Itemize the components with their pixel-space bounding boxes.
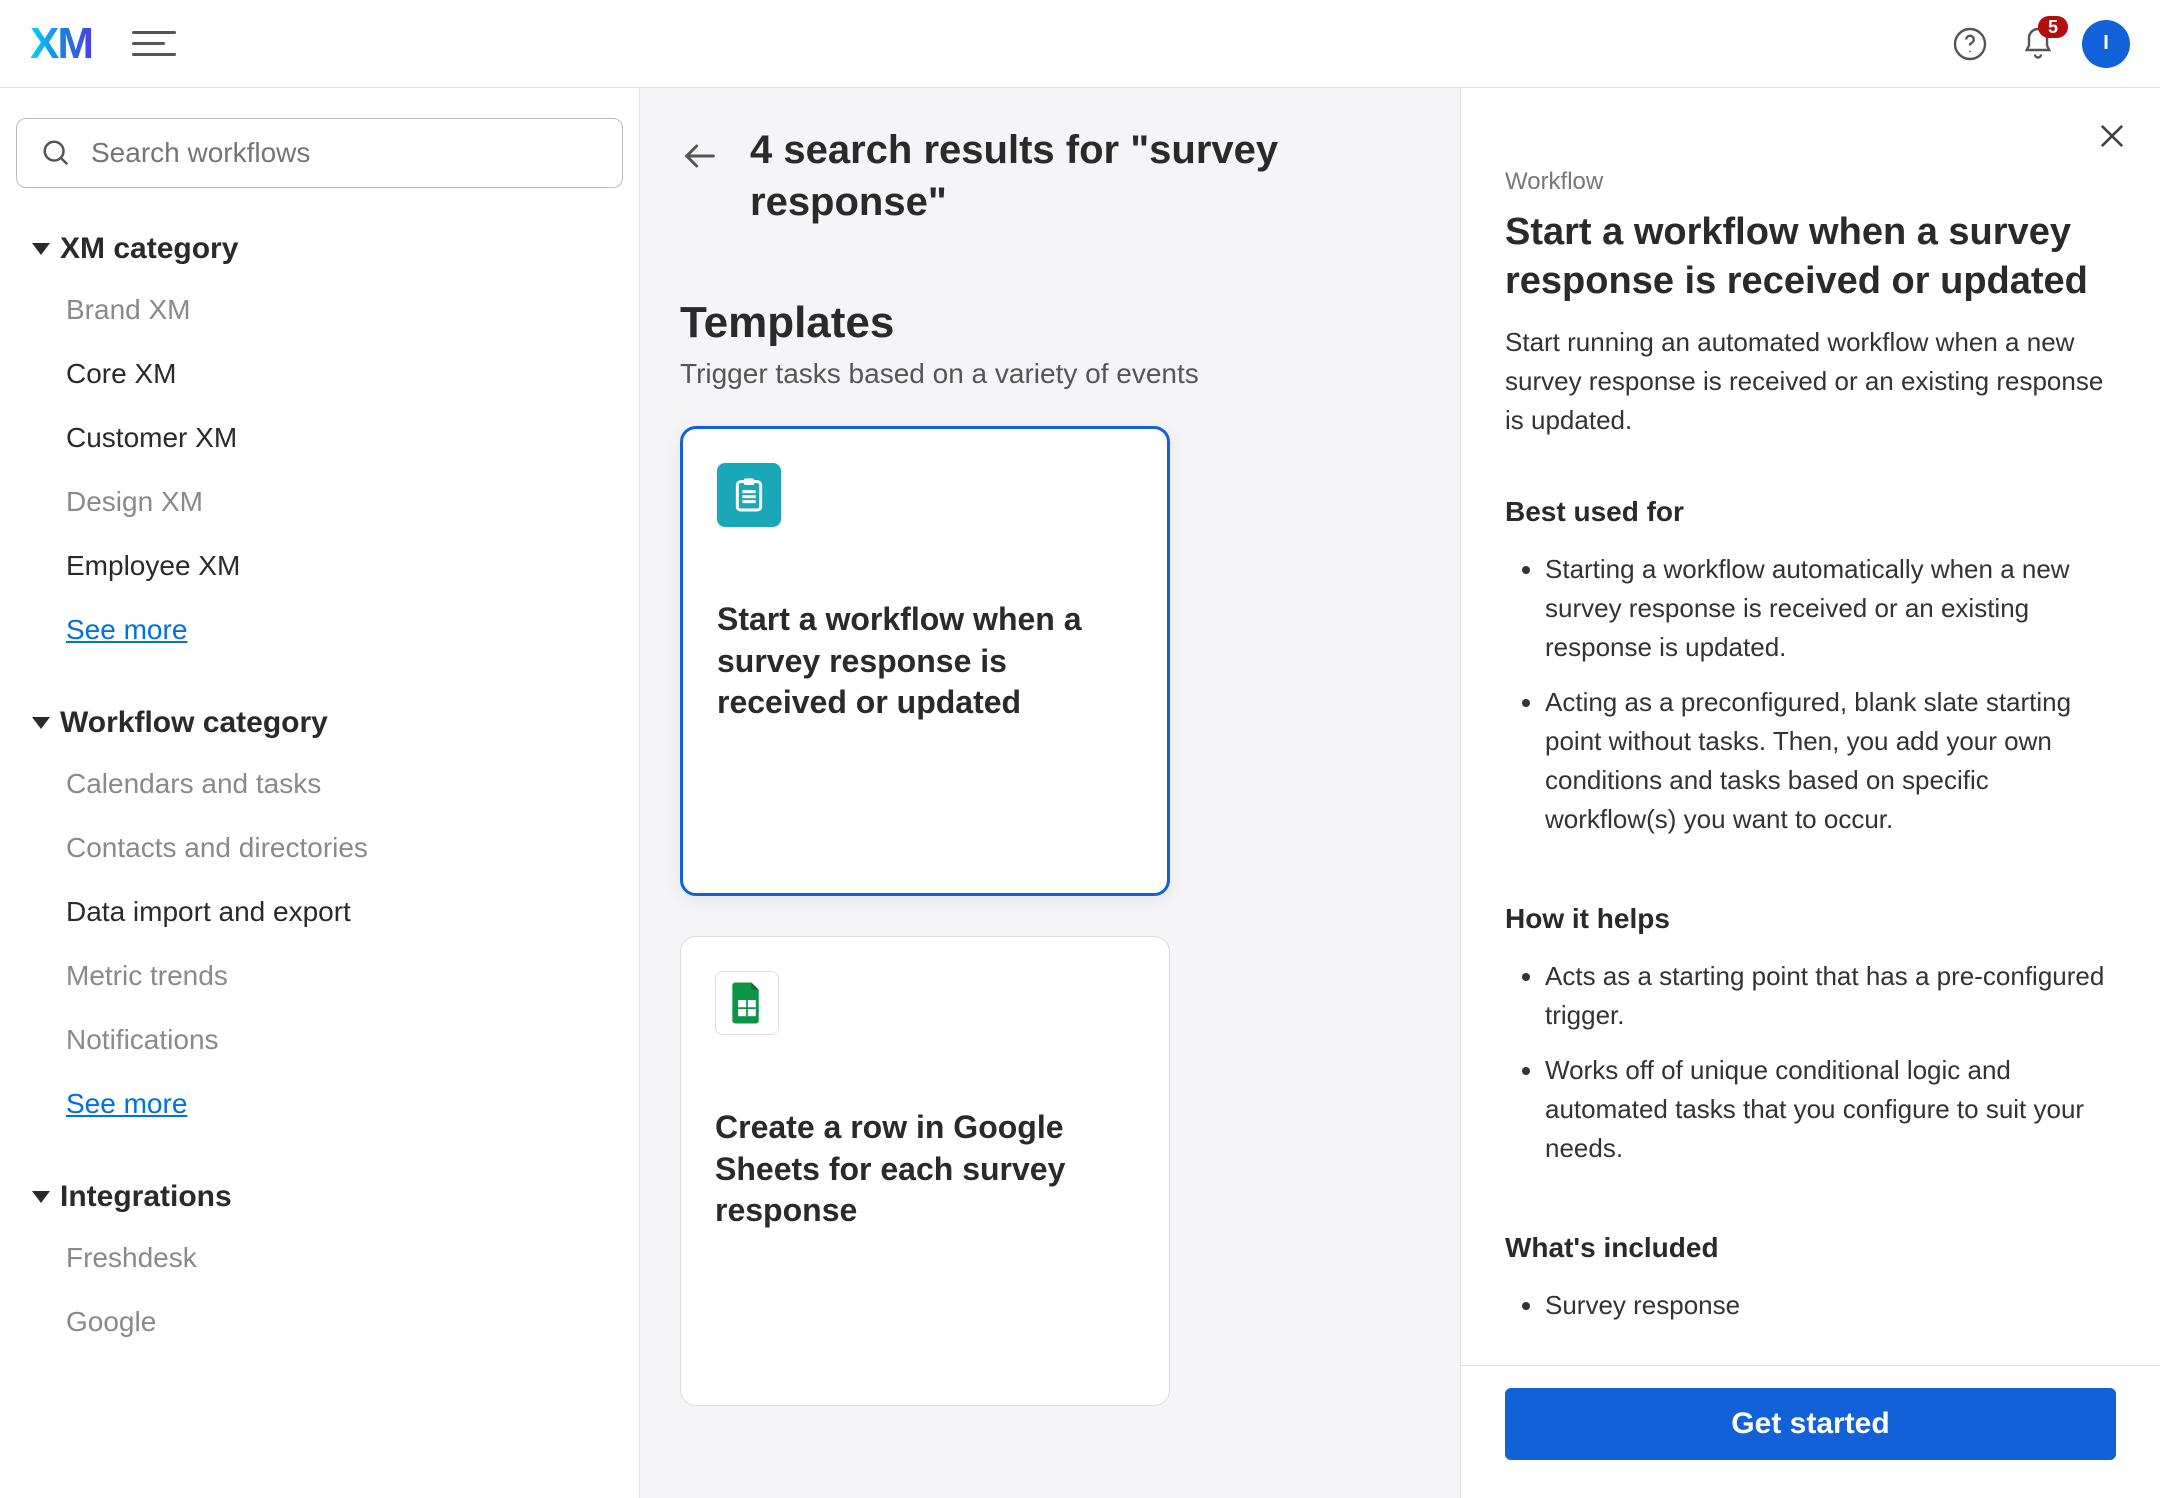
list-item: Works off of unique conditional logic an…	[1545, 1043, 2116, 1176]
filter-section-integrations[interactable]: Integrations	[32, 1180, 607, 1214]
filter-section-label: Integrations	[60, 1180, 232, 1214]
caret-down-icon	[32, 243, 50, 255]
filter-item[interactable]: Design XM	[66, 470, 607, 534]
filter-item[interactable]: Calendars and tasks	[66, 752, 607, 816]
template-card-title: Start a workflow when a survey response …	[717, 599, 1133, 724]
results-heading: 4 search results for "survey response"	[750, 124, 1420, 228]
see-more-link[interactable]: See more	[66, 1072, 607, 1136]
details-title: Start a workflow when a survey response …	[1505, 208, 2116, 305]
list-item: Acts as a starting point that has a pre-…	[1545, 949, 2116, 1043]
close-icon	[2096, 120, 2128, 152]
filter-item[interactable]: Core XM	[66, 342, 607, 406]
caret-down-icon	[32, 717, 50, 729]
list-item: Survey response	[1545, 1278, 2116, 1333]
details-included-heading: What's included	[1505, 1232, 2116, 1264]
user-avatar[interactable]: I	[2082, 20, 2130, 68]
help-button[interactable]	[1946, 20, 1994, 68]
see-more-link[interactable]: See more	[66, 598, 607, 662]
list-item: Starting a workflow automatically when a…	[1545, 542, 2116, 675]
templates-section-subtitle: Trigger tasks based on a variety of even…	[680, 358, 1420, 390]
close-button[interactable]	[2092, 116, 2132, 156]
app-logo[interactable]: XM	[30, 19, 92, 69]
caret-down-icon	[32, 1191, 50, 1203]
details-label: Workflow	[1505, 168, 2116, 196]
back-button[interactable]	[680, 136, 720, 176]
details-included-list: Survey response	[1505, 1278, 2116, 1333]
google-sheets-icon	[715, 971, 779, 1035]
search-input[interactable]	[89, 136, 598, 170]
filter-item[interactable]: Contacts and directories	[66, 816, 607, 880]
details-best-used-list: Starting a workflow automatically when a…	[1505, 542, 2116, 847]
filter-section-xm-category[interactable]: XM category	[32, 232, 607, 266]
filter-section-label: XM category	[60, 232, 238, 266]
template-card[interactable]: Start a workflow when a survey response …	[680, 426, 1170, 896]
filter-item[interactable]: Customer XM	[66, 406, 607, 470]
filter-section-workflow-category[interactable]: Workflow category	[32, 706, 607, 740]
filter-item[interactable]: Data import and export	[66, 880, 607, 944]
arrow-left-icon	[680, 136, 720, 176]
details-best-used-heading: Best used for	[1505, 496, 2116, 528]
menu-toggle-button[interactable]	[132, 22, 176, 66]
search-workflows-field[interactable]	[16, 118, 623, 188]
results-area: 4 search results for "survey response" T…	[640, 88, 1460, 1498]
filter-item[interactable]: Google	[66, 1290, 607, 1354]
details-panel: Workflow Start a workflow when a survey …	[1460, 88, 2160, 1498]
filter-item[interactable]: Freshdesk	[66, 1226, 607, 1290]
notifications-badge: 5	[2038, 16, 2068, 38]
details-how-helps-heading: How it helps	[1505, 903, 2116, 935]
filter-sidebar: XM category Brand XM Core XM Customer XM…	[0, 88, 640, 1498]
list-item: Acting as a preconfigured, blank slate s…	[1545, 675, 2116, 847]
help-icon	[1952, 26, 1988, 62]
search-icon	[41, 138, 71, 168]
filter-item[interactable]: Notifications	[66, 1008, 607, 1072]
filter-item[interactable]: Brand XM	[66, 278, 607, 342]
filter-item[interactable]: Employee XM	[66, 534, 607, 598]
templates-section-title: Templates	[680, 298, 1420, 348]
details-description: Start running an automated workflow when…	[1505, 323, 2116, 440]
template-card-title: Create a row in Google Sheets for each s…	[715, 1107, 1135, 1232]
get-started-button[interactable]: Get started	[1505, 1388, 2116, 1460]
filter-section-label: Workflow category	[60, 706, 328, 740]
filter-item[interactable]: Metric trends	[66, 944, 607, 1008]
template-card[interactable]: Create a row in Google Sheets for each s…	[680, 936, 1170, 1406]
clipboard-icon	[717, 463, 781, 527]
notifications-button[interactable]: 5	[2014, 20, 2062, 68]
top-nav: XM 5 I	[0, 0, 2160, 88]
details-how-helps-list: Acts as a starting point that has a pre-…	[1505, 949, 2116, 1176]
